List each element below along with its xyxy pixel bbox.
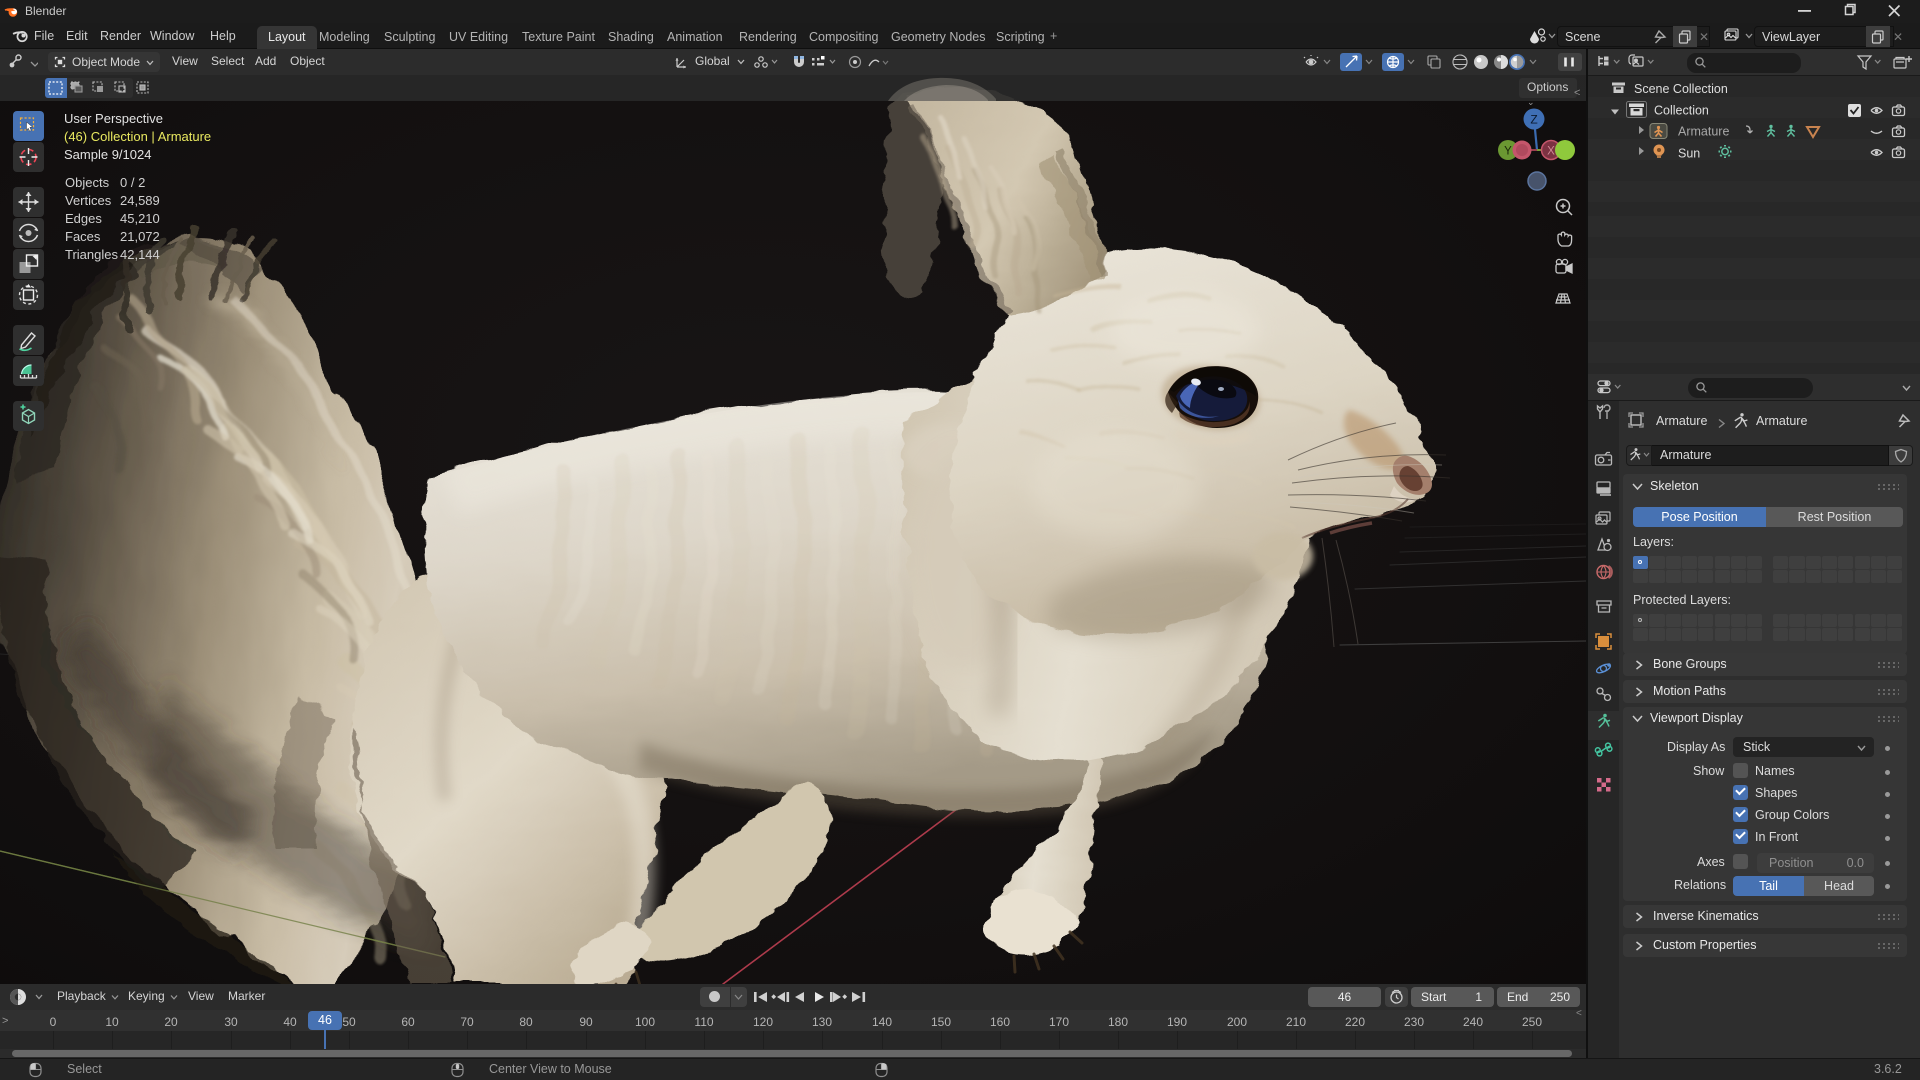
svg-text:Sun: Sun	[1678, 147, 1700, 161]
svg-text:Armature: Armature	[1678, 125, 1729, 139]
svg-text:Collection: Collection	[1654, 104, 1709, 118]
svg-text:X: X	[1547, 146, 1555, 158]
svg-text:Y: Y	[1504, 146, 1512, 158]
svg-text:Z: Z	[1530, 113, 1537, 127]
svg-text:Scene Collection: Scene Collection	[1634, 82, 1728, 96]
